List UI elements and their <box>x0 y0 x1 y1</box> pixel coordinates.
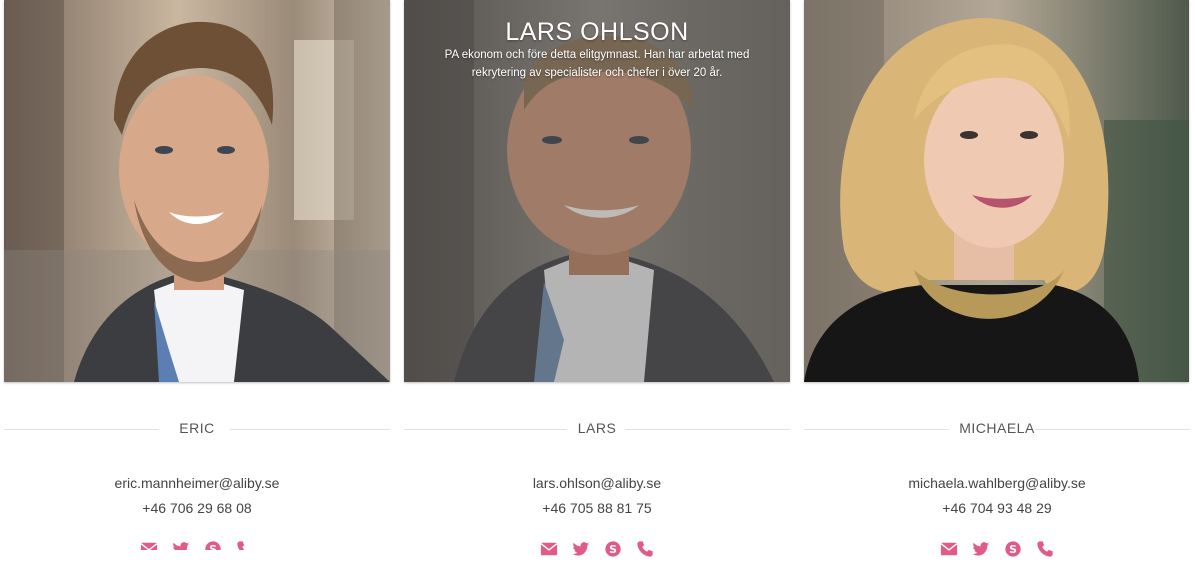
eric-name-divider: ERIC <box>4 420 390 438</box>
twitter-icon[interactable] <box>172 540 190 550</box>
team-card-lars: LARS OHLSON PA ekonom och före detta eli… <box>404 0 790 565</box>
eric-email[interactable]: eric.mannheimer@aliby.se <box>4 475 390 491</box>
lars-overlay-name: LARS OHLSON <box>505 18 689 46</box>
lars-phone: +46 705 88 81 75 <box>542 500 652 516</box>
envelope-icon[interactable] <box>140 540 158 550</box>
lars-name: LARS <box>577 420 617 436</box>
lars-name-divider: LARS <box>404 420 790 438</box>
eric-phone: +46 706 29 68 08 <box>142 500 252 516</box>
phone-icon[interactable] <box>1036 540 1054 558</box>
skype-icon[interactable] <box>1004 540 1022 558</box>
lars-overlay-bio: PA ekonom och före detta elitgymnast. Ha… <box>444 49 750 79</box>
team-card-michaela: MICHAELA michaela.wahlberg@aliby.se +46 … <box>804 0 1190 565</box>
skype-icon[interactable] <box>604 540 622 558</box>
michaela-name-divider: MICHAELA <box>804 420 1190 438</box>
michaela-phone: +46 704 93 48 29 <box>942 500 1052 516</box>
phone-icon[interactable] <box>636 540 654 558</box>
lars-hover-overlay: LARS OHLSON PA ekonom och före detta eli… <box>404 0 790 382</box>
michaela-name: MICHAELA <box>959 420 1035 436</box>
eric-photo[interactable] <box>4 0 390 382</box>
michaela-email[interactable]: michaela.wahlberg@aliby.se <box>804 475 1190 491</box>
phone-icon[interactable] <box>236 540 254 550</box>
envelope-icon[interactable] <box>940 540 958 558</box>
michaela-photo[interactable] <box>804 0 1189 382</box>
lars-photo[interactable]: LARS OHLSON PA ekonom och före detta eli… <box>404 0 790 382</box>
twitter-icon[interactable] <box>572 540 590 558</box>
skype-icon[interactable] <box>204 540 222 550</box>
envelope-icon[interactable] <box>540 540 558 558</box>
lars-contact-icons <box>404 540 790 560</box>
lars-email[interactable]: lars.ohlson@aliby.se <box>404 475 790 491</box>
michaela-contact-icons <box>804 540 1190 560</box>
team-card-eric: ERIC eric.mannheimer@aliby.se +46 706 29… <box>4 0 390 565</box>
eric-name: ERIC <box>179 420 215 436</box>
twitter-icon[interactable] <box>972 540 990 558</box>
eric-contact-icons <box>4 540 390 550</box>
